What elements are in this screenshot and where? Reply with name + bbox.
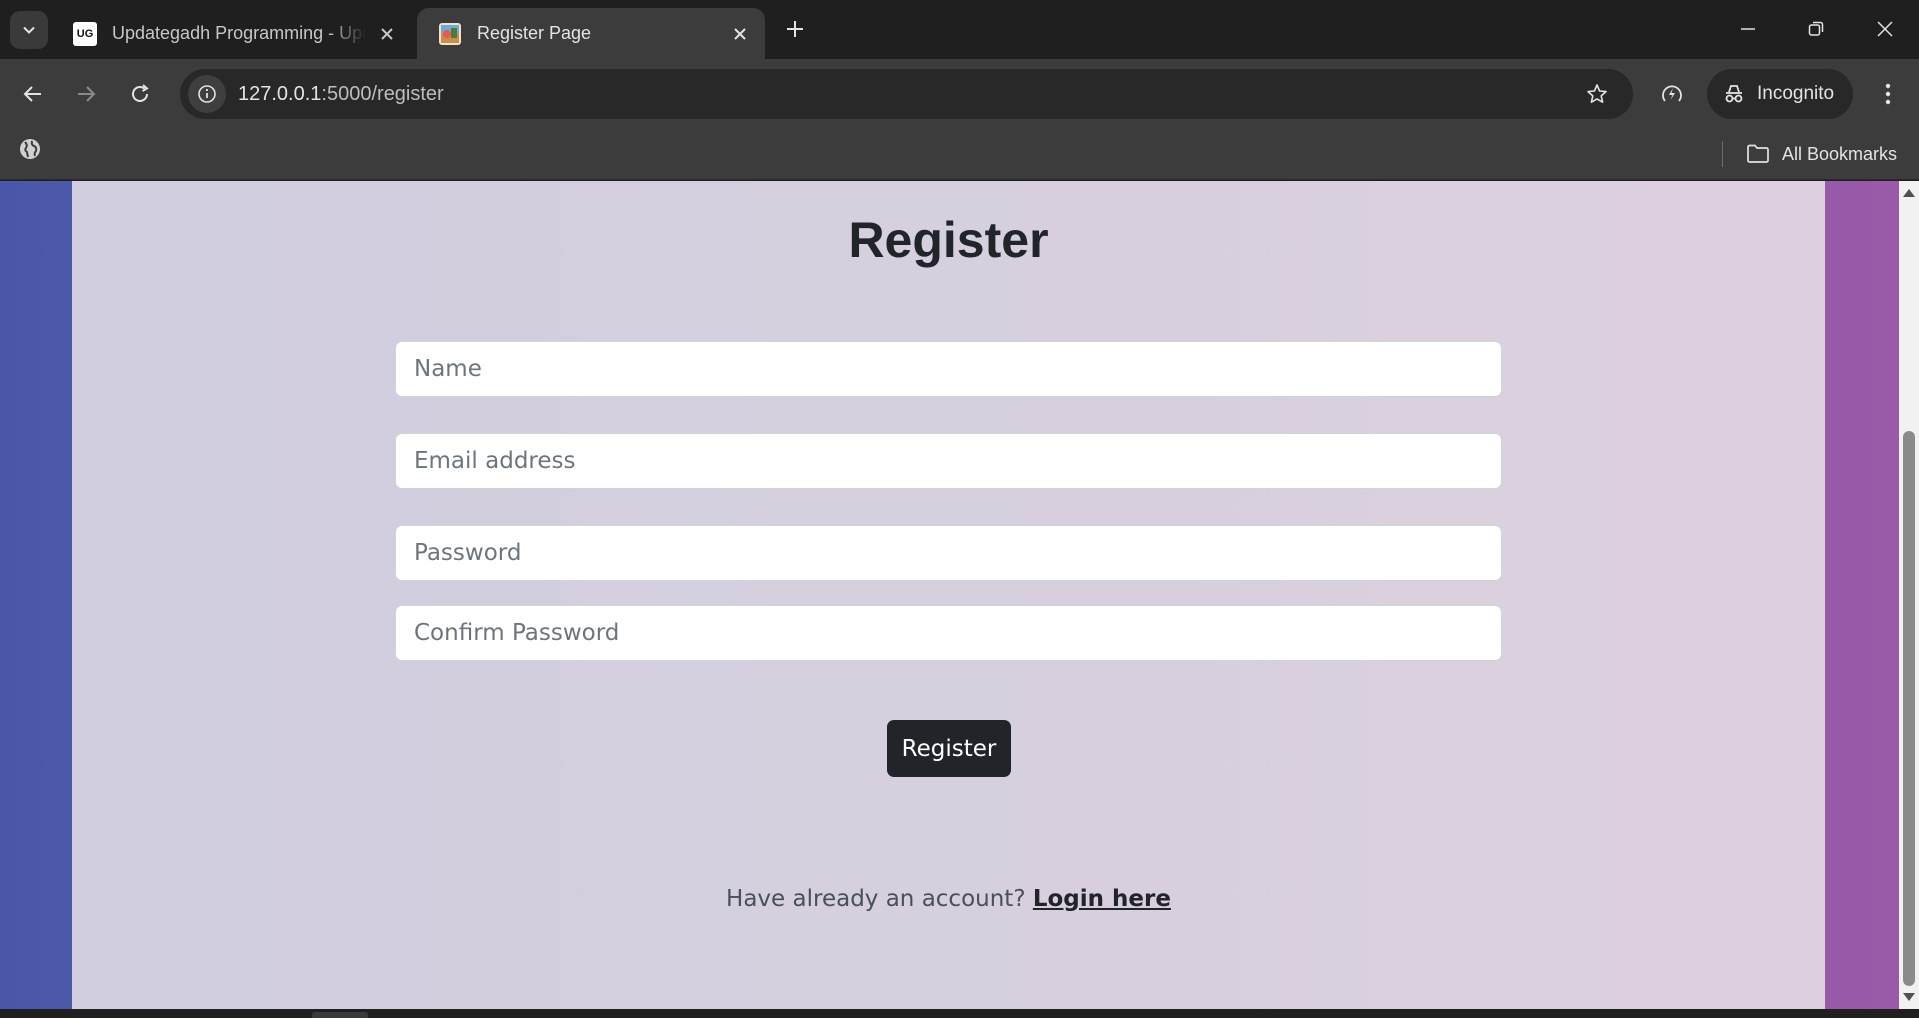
browser-menu-button[interactable] [1870, 75, 1906, 113]
close-window-button[interactable] [1851, 0, 1919, 58]
close-tab-icon[interactable] [376, 23, 398, 45]
scroll-down-arrow-icon[interactable] [1903, 993, 1915, 1001]
all-bookmarks-button[interactable]: All Bookmarks [1746, 141, 1897, 167]
register-favicon-icon [438, 22, 462, 46]
forward-button[interactable] [67, 75, 105, 113]
login-prompt: Have already an account? Login here [72, 886, 1825, 912]
favicon-text: UG [76, 27, 94, 40]
incognito-label: Incognito [1757, 83, 1835, 104]
restore-icon [1808, 21, 1824, 36]
taskbar-edge [312, 1012, 368, 1018]
url-path: :5000/register [321, 82, 444, 105]
name-input[interactable] [395, 341, 1502, 397]
register-button[interactable]: Register [887, 720, 1011, 777]
tab-updategadh[interactable]: UG Updategadh Programming - Updategadh [52, 8, 412, 59]
incognito-icon [1725, 85, 1743, 103]
reload-button[interactable] [121, 75, 159, 113]
url-host: 127.0.0.1 [238, 82, 322, 105]
plus-icon [787, 21, 803, 37]
reload-icon [132, 84, 149, 102]
browser-toolbar: 127.0.0.1:5000/register Incognito [0, 59, 1919, 129]
confirm-password-input[interactable] [395, 605, 1502, 661]
new-tab-button[interactable] [780, 14, 810, 44]
close-tab-icon[interactable] [729, 23, 751, 45]
close-icon [1877, 21, 1893, 37]
tab-search-button[interactable] [10, 11, 48, 49]
address-bar[interactable]: 127.0.0.1:5000/register [180, 69, 1633, 119]
register-card: Register Register Have already an accoun… [72, 181, 1825, 1009]
scrollbar-thumb[interactable] [1903, 431, 1915, 986]
page-scrollbar[interactable] [1899, 181, 1919, 1009]
page-viewport: Register Register Have already an accoun… [0, 181, 1899, 1009]
incognito-indicator[interactable]: Incognito [1707, 69, 1853, 119]
login-link[interactable]: Login here [1033, 886, 1171, 912]
email-input[interactable] [395, 433, 1502, 489]
password-input[interactable] [395, 525, 1502, 581]
performance-button[interactable] [1653, 75, 1691, 113]
minimize-icon [1741, 28, 1755, 30]
bookmark-star-button[interactable] [1577, 74, 1617, 114]
back-button[interactable] [14, 75, 52, 113]
tab-register-page[interactable]: Register Page [417, 8, 765, 59]
more-vertical-icon [1885, 83, 1891, 105]
arrow-left-icon [23, 86, 41, 102]
window-bottom-edge [0, 1009, 1919, 1018]
minimize-button[interactable] [1714, 0, 1782, 58]
scroll-up-arrow-icon[interactable] [1903, 189, 1915, 197]
updategadh-favicon-icon: UG [73, 21, 97, 46]
bookmarks-divider [1722, 141, 1723, 167]
restore-button[interactable] [1782, 0, 1850, 58]
bookmarks-bar: All Bookmarks [0, 129, 1919, 180]
all-bookmarks-label: All Bookmarks [1782, 143, 1898, 164]
info-icon [198, 85, 216, 103]
page-title: Register [848, 212, 1049, 268]
speedometer-icon [1662, 85, 1682, 102]
site-info-button[interactable] [188, 75, 226, 113]
star-icon [1587, 84, 1607, 103]
url-text[interactable]: 127.0.0.1:5000/register [238, 83, 1577, 106]
chevron-down-icon [23, 26, 35, 34]
tab-title: Register Page [477, 23, 592, 43]
login-prompt-text: Have already an account? [726, 886, 1026, 912]
arrow-right-icon [78, 86, 96, 102]
folder-icon [1747, 144, 1769, 163]
globe-bookmark-icon[interactable] [18, 137, 42, 166]
tab-title: Updategadh Programming - Updategadh [112, 23, 366, 43]
tab-strip: UG Updategadh Programming - Updategadh R… [0, 0, 1919, 59]
